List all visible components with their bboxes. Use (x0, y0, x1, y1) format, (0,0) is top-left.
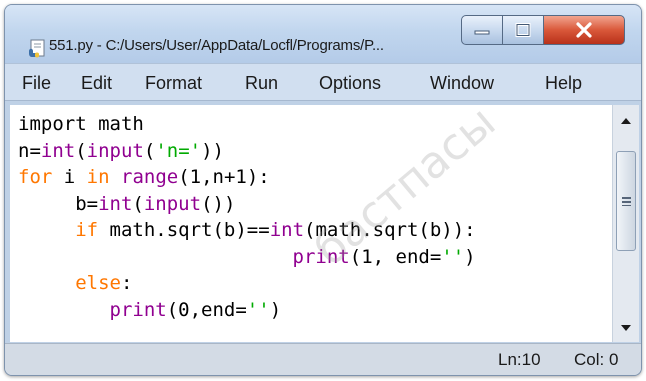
scroll-thumb[interactable] (616, 151, 636, 251)
scroll-down-button[interactable] (613, 316, 639, 340)
code-token-plain: ( (132, 192, 144, 215)
minimize-icon (474, 30, 490, 35)
code-token-plain: n= (18, 139, 41, 162)
code-token-builtin: print (292, 245, 350, 268)
menu-format[interactable]: Format (145, 73, 202, 94)
code-editor[interactable]: import math n=int(input('n=')) for i in ra… (10, 105, 612, 342)
code-token-builtin: input (86, 139, 144, 162)
code-token-plain: (1, end= (349, 245, 442, 268)
code-token-plain: ( (143, 139, 156, 162)
code-token-string: '' (246, 298, 270, 321)
code-line[interactable]: print(0,end='') (18, 297, 476, 324)
code-line[interactable]: n=int(input('n=')) (18, 138, 476, 165)
code-token-string: 'n=' (155, 139, 202, 162)
code-token-builtin: int (269, 219, 305, 241)
window-title: 551.py - C:/Users/User/AppData/Locfl/Pro… (49, 37, 384, 54)
code-token-plain: ) (269, 298, 282, 321)
code-line[interactable]: b=int(input()) (18, 191, 476, 218)
code-token-builtin: input (143, 192, 202, 215)
minimize-button[interactable] (461, 15, 503, 45)
menu-run[interactable]: Run (245, 73, 278, 94)
code-token-keyword: in (86, 166, 110, 188)
menu-bar: File Edit Format Run Options Window Help (5, 63, 641, 101)
code-token-plain: : (120, 272, 133, 294)
line-number-status: Ln:10 (498, 350, 541, 369)
maximize-button[interactable] (502, 15, 544, 45)
menu-file[interactable]: File (22, 73, 51, 94)
code-token-builtin: print (109, 298, 167, 321)
close-icon (576, 22, 592, 38)
code-line[interactable]: print(1, end='') (18, 244, 476, 271)
code-token-plain: ()) (201, 192, 236, 215)
code-token-string: '' (441, 245, 465, 268)
code-token-plain: math.sqrt(b)== (98, 219, 270, 241)
column-number-status: Col: 0 (574, 350, 619, 369)
code-token-builtin: range (121, 166, 179, 188)
menu-edit[interactable]: Edit (81, 73, 112, 94)
code-token-plain: import math (18, 113, 144, 135)
vertical-scrollbar[interactable] (612, 105, 639, 342)
code-token-keyword: for (18, 166, 53, 188)
code-token-builtin: int (98, 192, 133, 215)
code-token-plain: ( (75, 139, 87, 162)
menu-options[interactable]: Options (319, 73, 381, 94)
code-token-plain: (0,end= (166, 298, 247, 321)
code-line[interactable]: import math (18, 111, 476, 138)
scroll-down-arrow-icon (621, 325, 631, 331)
code-text-area[interactable]: import math n=int(input('n=')) for i in ra… (18, 111, 476, 323)
code-token-plain: )) (201, 139, 224, 162)
code-token-plain: b= (18, 192, 99, 215)
code-line[interactable]: else: (18, 270, 476, 297)
idle-editor-window: 551.py - C:/Users/User/AppData/Locfl/Pro… (4, 4, 642, 376)
code-token-builtin: int (40, 139, 76, 162)
status-bar: Ln:10 Col: 0 (5, 343, 641, 375)
code-token-keyword: else (75, 272, 121, 294)
scroll-up-button[interactable] (613, 109, 639, 133)
code-line[interactable]: for i in range(1,n+1): (18, 164, 476, 191)
code-token-plain: i (52, 166, 87, 188)
close-button[interactable] (543, 15, 625, 45)
code-token-plain: (1,n+1): (178, 166, 270, 188)
code-token-plain: ) (464, 245, 476, 268)
grip-icon (621, 196, 631, 206)
python-file-icon (29, 39, 45, 58)
title-bar[interactable]: 551.py - C:/Users/User/AppData/Locfl/Pro… (5, 5, 641, 63)
code-token-keyword: if (75, 219, 99, 241)
menu-help[interactable]: Help (545, 73, 582, 94)
maximize-icon (515, 23, 531, 37)
code-line[interactable]: if math.sqrt(b)==int(math.sqrt(b)): (18, 217, 476, 244)
scroll-up-arrow-icon (621, 118, 631, 124)
menu-window[interactable]: Window (430, 73, 494, 94)
code-token-plain: (math.sqrt(b)): (304, 219, 476, 241)
